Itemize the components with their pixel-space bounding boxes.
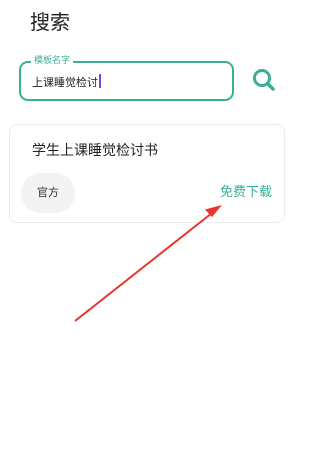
page-title: 搜索 <box>30 10 70 34</box>
free-download-button[interactable]: 免费下载 <box>220 184 272 202</box>
template-result-card[interactable]: 学生上课睡觉检讨书 官方 免费下载 <box>9 124 285 223</box>
template-title: 学生上课睡觉检讨书 <box>32 143 158 159</box>
text-caret <box>99 74 101 88</box>
search-input-value[interactable]: 上课睡觉检讨 <box>32 74 101 90</box>
search-input-text: 上课睡觉检讨 <box>32 76 98 89</box>
official-badge: 官方 <box>21 173 75 213</box>
search-button[interactable] <box>250 66 278 94</box>
annotation-arrow-shaft <box>74 212 213 322</box>
search-input[interactable]: 模板名字 上课睡觉检讨 <box>19 55 234 101</box>
search-icon <box>253 69 275 91</box>
search-field-label: 模板名字 <box>31 55 74 67</box>
